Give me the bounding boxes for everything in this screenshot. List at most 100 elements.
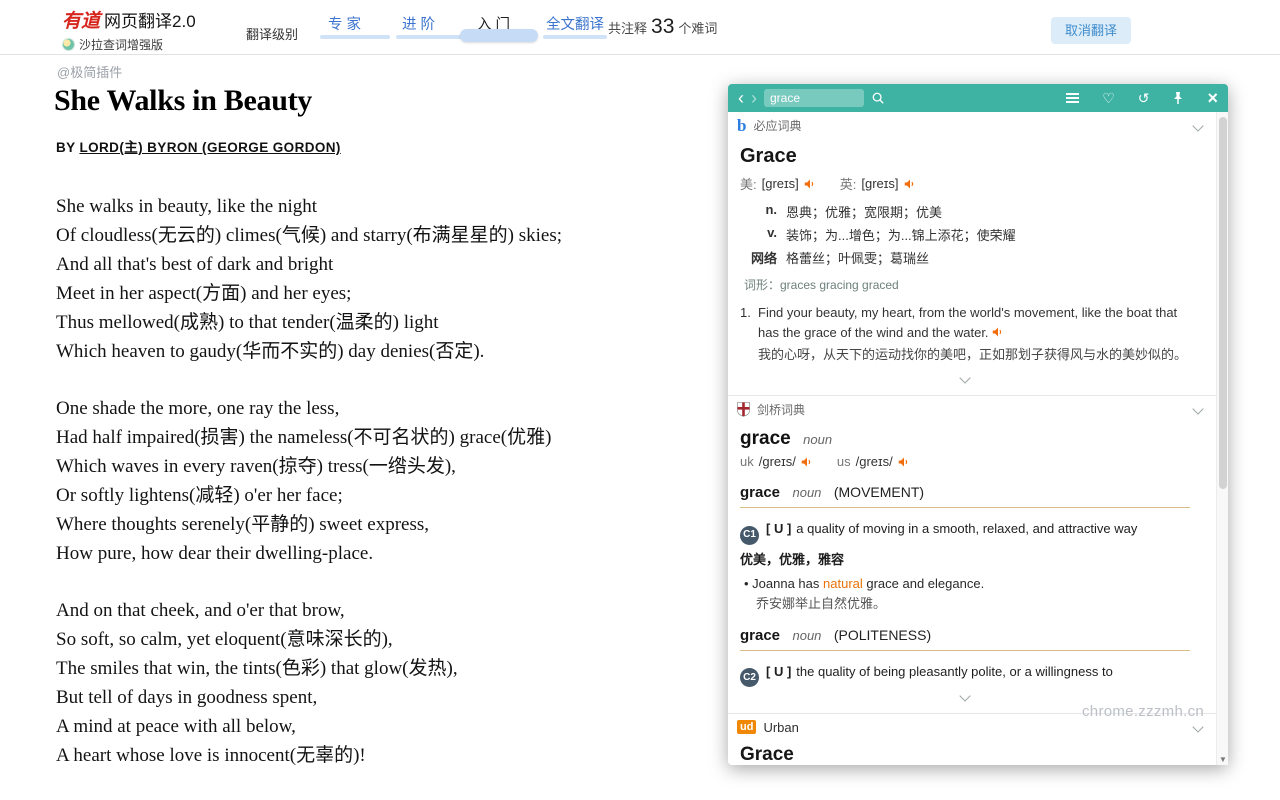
sense-definition: C2[ U ]the quality of being pleasantly p… xyxy=(740,662,1190,688)
urban-dict-logo-icon: ud xyxy=(737,720,756,734)
pron-uk: /ɡreɪs/ xyxy=(759,454,796,469)
urban-dict-label: Urban xyxy=(763,720,798,735)
author-link[interactable]: LORD(主) BYRON (GEORGE GORDON) xyxy=(79,140,340,155)
pos-label: 网络 xyxy=(740,248,786,267)
expand-chevron-down-icon[interactable] xyxy=(959,691,970,702)
speaker-icon[interactable] xyxy=(804,178,816,190)
definition-row: v. 装饰；为...增色；为...锦上添花；使荣耀 xyxy=(740,225,1190,244)
plugin-watermark: @极简插件 xyxy=(57,62,122,81)
poem-line: But tell of days in goodness spent, xyxy=(56,683,696,712)
tab-full-translation[interactable]: 全文翻译 xyxy=(546,13,604,34)
pron-us-label: 美: xyxy=(740,174,757,193)
search-icon[interactable] xyxy=(871,91,885,105)
sense-headword: grace xyxy=(740,484,780,501)
example-post: grace and elegance. xyxy=(863,576,984,591)
page-title: She Walks in Beauty xyxy=(54,84,312,118)
speaker-icon[interactable] xyxy=(898,456,910,468)
sala-dict-icon xyxy=(62,38,75,51)
poem-line: Thus mellowed(成熟) to that tender(温柔的) li… xyxy=(56,308,696,337)
stats-suffix: 个难词 xyxy=(678,18,717,37)
chevron-down-icon[interactable] xyxy=(1192,120,1203,131)
bing-dict-label: 必应词典 xyxy=(753,117,801,134)
headword: Grace xyxy=(740,744,1190,765)
example-number: 1. xyxy=(740,303,758,365)
poem-line: So soft, so calm, yet eloquent(意味深长的), xyxy=(56,625,696,654)
tab-expert-track[interactable] xyxy=(320,35,390,39)
brand-subtitle: 沙拉查词增强版 xyxy=(79,36,163,53)
tab-advanced[interactable]: 进 阶 xyxy=(402,13,435,34)
poem-line: And on that cheek, and o'er that brow, xyxy=(56,596,696,625)
level-slider-handle[interactable] xyxy=(460,29,538,42)
pron-uk-label: uk xyxy=(740,454,754,469)
sense-definition: C1[ U ]a quality of moving in a smooth, … xyxy=(740,519,1190,545)
scroll-down-arrow-icon[interactable]: ▼ xyxy=(1217,755,1228,764)
pron-us-label: us xyxy=(837,454,851,469)
tab-full-translation-track[interactable] xyxy=(543,35,607,39)
example-sentence: 1. Find your beauty, my heart, from the … xyxy=(740,303,1190,365)
speaker-icon[interactable] xyxy=(992,326,1004,338)
annotation-stats: 共注释 33 个难词 xyxy=(608,15,717,39)
bing-logo-icon: b xyxy=(737,116,746,136)
poem-body: She walks in beauty, like the night Of c… xyxy=(56,192,696,798)
chevron-down-icon[interactable] xyxy=(1192,404,1203,415)
level-label: 翻译级别 xyxy=(246,24,298,43)
menu-icon[interactable] xyxy=(1066,93,1079,103)
chevron-down-icon[interactable] xyxy=(1192,722,1203,733)
cambridge-dict-section-header[interactable]: 剑桥词典 xyxy=(728,395,1216,422)
poem-line: She walks in beauty, like the night xyxy=(56,192,696,221)
dict-search-input[interactable] xyxy=(764,89,864,107)
brand-line: 有道 网页翻译2.0 xyxy=(62,6,196,33)
cancel-translation-button[interactable]: 取消翻译 xyxy=(1051,17,1131,44)
headword: grace xyxy=(740,428,791,449)
youdao-logo: 有道 xyxy=(62,6,100,33)
poem-line: The smiles that win, the tints(色彩) that … xyxy=(56,654,696,683)
definition-zh: 优美，优雅，雅容 xyxy=(740,549,1190,568)
poem-line: A heart whose love is innocent(无辜的)! xyxy=(56,741,696,770)
example-en: Find your beauty, my heart, from the wor… xyxy=(758,305,1177,340)
word-forms: 词形：graces gracing graced xyxy=(744,276,1190,293)
poem-line: Or softly lightens(减轻) o'er her face; xyxy=(56,481,696,510)
product-title: 网页翻译2.0 xyxy=(104,7,196,32)
grammar-label: [ U ] xyxy=(766,664,791,679)
cefr-level-badge: C2 xyxy=(740,668,759,687)
scrollbar[interactable]: ▼ xyxy=(1216,112,1228,765)
example-sentence: • Joanna has natural grace and elegance. xyxy=(740,576,1190,591)
example-highlight: natural xyxy=(823,576,863,591)
poem-line: Had half impaired(损害) the nameless(不可名状的… xyxy=(56,423,696,452)
close-icon[interactable]: × xyxy=(1207,89,1218,107)
history-icon[interactable]: ↺ xyxy=(1138,91,1150,105)
cambridge-dict-label: 剑桥词典 xyxy=(757,401,805,418)
definition-row: 网络 格蕾丝；叶佩雯；葛瑞丝 xyxy=(740,248,1190,267)
favorite-heart-icon[interactable]: ♡ xyxy=(1102,91,1115,105)
grammar-label: [ U ] xyxy=(766,521,791,536)
speaker-icon[interactable] xyxy=(904,178,916,190)
definition-text: 恩典；优雅；宽限期；优美 xyxy=(786,202,942,221)
definition-row: n. 恩典；优雅；宽限期；优美 xyxy=(740,202,1190,221)
site-watermark: chrome.zzzmh.cn xyxy=(1082,703,1204,720)
pronunciation-row: uk /ɡreɪs/ us /ɡreɪs/ xyxy=(740,454,1190,469)
brand-subtitle-row: 沙拉查词增强版 xyxy=(62,36,196,53)
speaker-icon[interactable] xyxy=(801,456,813,468)
sense-topic: (MOVEMENT) xyxy=(834,484,924,500)
expand-chevron-down-icon[interactable] xyxy=(959,373,970,384)
pos-label: n. xyxy=(740,202,786,221)
pin-icon[interactable] xyxy=(1172,91,1184,105)
sense-headword: grace xyxy=(740,627,780,644)
scrollbar-thumb[interactable] xyxy=(1219,117,1227,489)
poem-line: Where thoughts serenely(平静的) sweet expre… xyxy=(56,510,696,539)
pronunciation-row: 美: [greɪs] 英: [greɪs] xyxy=(740,174,1190,193)
forward-icon[interactable]: › xyxy=(751,89,757,107)
bing-dict-section-header[interactable]: b 必应词典 xyxy=(728,112,1216,139)
back-icon[interactable]: ‹ xyxy=(738,89,744,107)
poem-line: And all that's best of dark and bright xyxy=(56,250,696,279)
byline: BY LORD(主) BYRON (GEORGE GORDON) xyxy=(56,136,341,156)
pos-label: v. xyxy=(740,225,786,244)
stanza-2: One shade the more, one ray the less, Ha… xyxy=(56,394,696,568)
sense-heading: grace noun (POLITENESS) xyxy=(740,627,1190,645)
tab-expert[interactable]: 专 家 xyxy=(328,13,361,34)
tab-advanced-track[interactable] xyxy=(396,35,466,39)
stats-count: 33 xyxy=(651,15,674,39)
pron-us: /ɡreɪs/ xyxy=(856,454,893,469)
poem-line: One shade the more, one ray the less, xyxy=(56,394,696,423)
stats-prefix: 共注释 xyxy=(608,18,647,37)
